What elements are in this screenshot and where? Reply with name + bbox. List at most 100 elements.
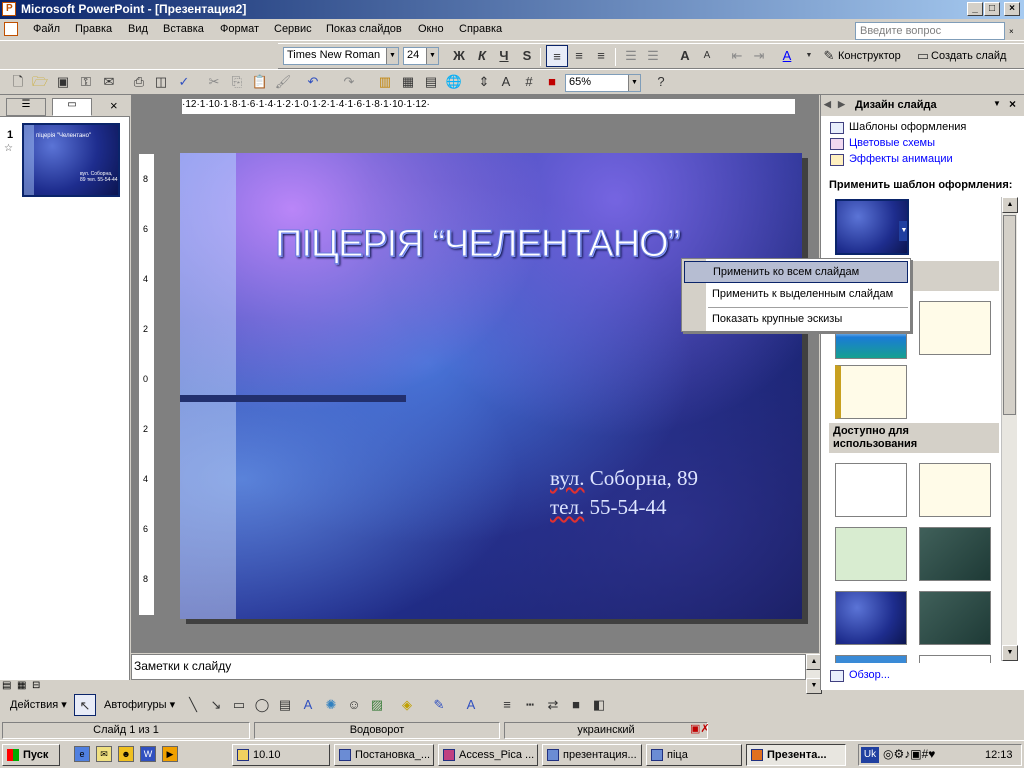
sorter-view-icon[interactable]: ▦ [17,680,26,691]
template-4[interactable] [835,365,907,419]
close-document-icon[interactable]: × [1009,27,1014,36]
tables-borders-icon[interactable]: ▤ [420,71,442,93]
shadow-button[interactable]: S [516,45,538,67]
diagram-icon[interactable]: ✺ [320,694,342,716]
print-preview-icon[interactable]: ◫ [150,71,172,93]
show-grid-icon[interactable]: # [518,71,540,93]
undo-icon[interactable]: ↶ [302,71,324,93]
new-slide-button[interactable]: Создать слайд [931,50,1006,62]
menu-help[interactable]: Справка [459,23,502,35]
taskbar-app-word[interactable]: Постановка_... [334,744,434,766]
show-formatting-icon[interactable]: A [495,71,517,93]
help-icon[interactable]: ? [650,71,672,93]
task-pane-scrollbar[interactable]: ▲ ▼ [1001,197,1018,661]
taskbar-app-access[interactable]: Access_Pica ... [438,744,538,766]
menu-edit[interactable]: Правка [75,23,112,35]
align-right-icon[interactable]: ≡ [590,45,612,67]
wordart-icon[interactable]: A [297,694,319,716]
slide-title[interactable]: ПІЦЕРІЯ “ЧЕЛЕНТАНО” [274,223,680,266]
dash-style-icon[interactable]: ┅ [519,694,541,716]
taskbar-app-presentation[interactable]: презентация... [542,744,642,766]
font-name-select[interactable]: Times New Roman ▼ [283,47,399,65]
format-painter-icon[interactable]: 🖌 [272,71,294,93]
bullets-icon[interactable]: ☰ [642,45,664,67]
menu-apply-all-slides[interactable]: Применить ко всем слайдам [684,261,908,283]
zoom-select[interactable]: 65% ▼ [565,74,641,92]
menu-tools[interactable]: Сервис [274,23,312,35]
oval-icon[interactable]: ◯ [251,694,273,716]
arrow-icon[interactable]: ↘ [205,694,227,716]
scroll-thumb[interactable] [1003,215,1016,415]
link-design-templates[interactable]: Шаблоны оформления [849,121,966,133]
fill-color-icon[interactable]: ◈ [396,694,418,716]
menu-window[interactable]: Окно [418,23,444,35]
shadow-style-icon[interactable]: ■ [565,694,587,716]
expand-all-icon[interactable]: ⇕ [473,71,495,93]
slide-canvas[interactable]: ПІЦЕРІЯ “ЧЕЛЕНТАНО” вул. Соборна, 89 тел… [180,153,802,619]
align-center-icon[interactable]: ≡ [568,45,590,67]
template-10[interactable] [919,591,991,645]
clipart-icon[interactable]: ☺ [343,694,365,716]
textbox-icon[interactable]: ▤ [274,694,296,716]
menu-show-large-previews[interactable]: Показать крупные эскизы [708,309,908,331]
tab-outline[interactable]: ☰ [6,98,46,116]
menu-slideshow[interactable]: Показ слайдов [326,23,402,35]
arrow-style-icon[interactable]: ⇄ [542,694,564,716]
link-animation-effects[interactable]: Эффекты анимации [849,153,953,165]
document-icon[interactable] [4,22,18,36]
menu-insert[interactable]: Вставка [163,23,204,35]
template-11[interactable] [835,655,907,663]
menu-format[interactable]: Формат [220,23,259,35]
paste-icon[interactable]: 📋 [249,71,271,93]
slide-thumbnail[interactable]: піцерія "Челентано" вул. Соборна, 89 тел… [22,123,120,197]
tab-slides[interactable]: ▭ [52,98,92,116]
template-5[interactable] [835,463,907,517]
task-pane-close-icon[interactable]: × [1009,97,1016,111]
slide-phone[interactable]: тел. 55-54-44 [550,495,666,520]
select-pointer-icon[interactable]: ↖ [74,694,96,716]
menu-apply-selected-slides[interactable]: Применить к выделенным слайдам [708,284,908,306]
media-player-icon[interactable]: ▶ [162,746,178,762]
template-current[interactable]: ▼ [835,199,909,255]
line-style-icon[interactable]: ≡ [496,694,518,716]
insert-hyperlink-icon[interactable]: 🌐 [443,71,465,93]
save-icon[interactable]: ▣ [52,71,74,93]
designer-button[interactable]: Конструктор [838,50,901,62]
language-indicator[interactable]: Uk [861,747,879,763]
cut-icon[interactable]: ✂ [203,71,225,93]
taskbar-app-pizza[interactable]: піца [646,744,742,766]
taskbar-app-folder[interactable]: 10.10 [232,744,330,766]
messenger-icon[interactable]: ☻ [118,746,134,762]
increase-font-icon[interactable]: A [674,45,696,67]
word-quick-icon[interactable]: W [140,746,156,762]
outlook-icon[interactable]: ✉ [96,746,112,762]
normal-view-icon[interactable]: ▤ [2,680,11,691]
picture-icon[interactable]: ▨ [366,694,388,716]
notes-scrollbar[interactable]: ▲ ▼ [806,654,822,694]
redo-icon[interactable]: ↷ [338,71,360,93]
template-6[interactable] [919,463,991,517]
bold-button[interactable]: Ж [448,45,470,67]
close-button[interactable]: × [1004,2,1020,16]
close-pane-icon[interactable]: × [110,98,118,113]
slide-address[interactable]: вул. Соборна, 89 [550,466,698,491]
browse-link[interactable]: Обзор... [849,669,890,681]
template-3[interactable] [919,301,991,355]
template-7[interactable] [835,527,907,581]
template-8[interactable] [919,527,991,581]
rectangle-icon[interactable]: ▭ [228,694,250,716]
line-color-icon[interactable]: ✎ [428,694,450,716]
new-document-icon[interactable]: 🗋 [7,71,29,93]
taskbar-app-powerpoint[interactable]: Презента... [746,744,846,766]
template-9[interactable] [835,591,907,645]
font-color-draw-icon[interactable]: A [460,694,482,716]
ask-question-input[interactable]: Введите вопрос [855,22,1005,40]
actions-menu[interactable]: Действия ▾ [10,698,67,711]
email-icon[interactable]: ✉ [98,71,120,93]
permission-icon[interactable]: ⚿ [75,71,97,93]
ie-icon[interactable]: e [74,746,90,762]
underline-button[interactable]: Ч [493,45,515,67]
italic-button[interactable]: К [471,45,493,67]
scroll-down-icon[interactable]: ▼ [1002,645,1018,661]
insert-table-icon[interactable]: ▦ [397,71,419,93]
